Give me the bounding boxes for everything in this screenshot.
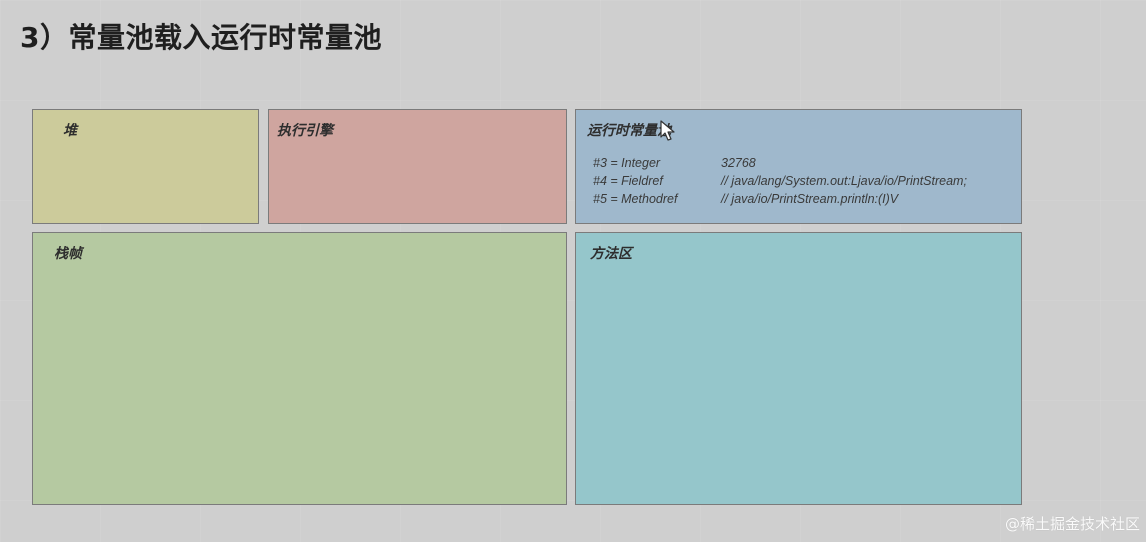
constant-pool-entry: #3 = Integer 32768 <box>593 154 967 172</box>
entry-ref: #5 = Methodref <box>593 192 678 206</box>
entry-value: // java/lang/System.out:Ljava/io/PrintSt… <box>721 174 967 188</box>
watermark: @稀土掘金技术社区 <box>1004 515 1140 533</box>
entry-value: // java/io/PrintStream.println:(I)V <box>721 192 899 206</box>
execution-engine-label: 执行引擎 <box>277 123 333 139</box>
heap-box: 堆 <box>32 109 259 224</box>
runtime-constant-pool-label: 运行时常量池 <box>587 123 671 139</box>
mouse-pointer-icon <box>660 120 675 141</box>
entry-ref: #4 = Fieldref <box>593 174 663 188</box>
runtime-constant-pool-box: 运行时常量池 #3 = Integer 32768 #4 = Fieldref //… <box>575 109 1022 224</box>
heap-label: 堆 <box>63 123 77 139</box>
entry-ref: #3 = Integer <box>593 156 661 170</box>
execution-engine-box: 执行引擎 <box>268 109 567 224</box>
method-area-label: 方法区 <box>590 246 632 262</box>
entry-value: 32768 <box>721 156 756 170</box>
constant-pool-entry: #5 = Methodref // java/io/PrintStream.pri… <box>593 190 967 208</box>
stack-frame-label: 栈帧 <box>54 246 82 262</box>
slide-title: 3）常量池载入运行时常量池 <box>20 21 382 54</box>
constant-pool-entries: #3 = Integer 32768 #4 = Fieldref // java/l… <box>593 154 967 208</box>
method-area-box: 方法区 <box>575 232 1022 505</box>
constant-pool-entry: #4 = Fieldref // java/lang/System.out:Lja… <box>593 172 967 190</box>
stack-frame-box: 栈帧 <box>32 232 567 505</box>
